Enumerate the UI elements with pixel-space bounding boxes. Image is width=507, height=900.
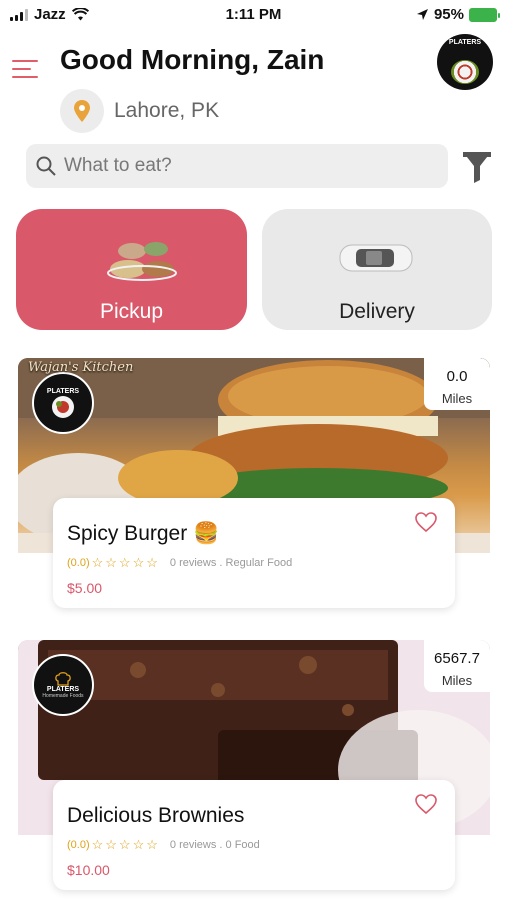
filter-funnel-icon — [463, 152, 491, 183]
heart-icon[interactable] — [415, 512, 437, 532]
menu-bar-2 — [12, 68, 31, 70]
reviews-meta: 0 reviews . Regular Food — [169, 557, 293, 569]
star-rating-icons: ☆☆☆☆☆ — [91, 837, 160, 852]
menu-bar-3 — [12, 76, 38, 78]
food-price: $5.00 — [67, 580, 103, 596]
location-label[interactable]: Lahore, PK — [114, 99, 219, 123]
restaurant-logo-text: PLATERS — [46, 685, 80, 693]
battery-percent: 95% — [433, 6, 464, 23]
car-illustration — [339, 244, 413, 272]
food-info-card[interactable]: Delicious Brownies (0.0) ☆☆☆☆☆ 0 reviews… — [53, 780, 455, 890]
star-rating-icons: ☆☆☆☆☆ — [91, 555, 160, 570]
filter-button[interactable] — [461, 150, 493, 184]
food-title: Spicy Burger 🍔 — [67, 522, 220, 545]
distance-value: 6567.7 — [434, 650, 480, 667]
status-right: 95% — [416, 6, 500, 23]
avatar-logo-text: PLATERS — [448, 39, 482, 46]
rating-row: (0.0) ☆☆☆☆☆ 0 reviews . Regular Food — [67, 555, 292, 571]
avatar-plate — [451, 60, 479, 84]
rating-value: (0.0) — [67, 839, 90, 851]
restaurant-card[interactable]: PLATERS Homemade Foods 6567.7 Miles Deli… — [18, 640, 490, 892]
food-price: $10.00 — [67, 862, 110, 878]
location-arrow-icon — [416, 9, 428, 20]
location-pin-icon — [74, 100, 90, 122]
reviews-meta: 0 reviews . 0 Food — [169, 839, 260, 851]
distance-badge: 6567.7 Miles — [424, 640, 490, 692]
restaurant-logo-subtitle: Homemade Foods — [42, 692, 84, 699]
status-bar: Jazz 1:11 PM 95% — [0, 0, 507, 30]
food-platter-illustration — [107, 242, 177, 281]
restaurant-logo: PLATERS Homemade Foods — [32, 654, 94, 716]
food-title: Delicious Brownies — [67, 804, 245, 827]
location-pin-button[interactable] — [60, 89, 104, 133]
menu-bar-1 — [12, 60, 38, 62]
food-info-card[interactable]: Spicy Burger 🍔 (0.0) ☆☆☆☆☆ 0 reviews . R… — [53, 498, 455, 608]
battery-icon — [469, 7, 500, 22]
search-input[interactable] — [64, 155, 424, 177]
distance-unit: Miles — [441, 391, 473, 406]
rating-value: (0.0) — [67, 557, 90, 569]
search-icon — [36, 156, 56, 176]
profile-avatar[interactable]: PLATERS — [437, 34, 493, 90]
pickup-mode-card[interactable]: Pickup — [16, 209, 247, 330]
delivery-mode-card[interactable]: Delivery — [262, 209, 492, 330]
heart-icon[interactable] — [415, 794, 437, 814]
chef-hat-icon — [55, 671, 71, 686]
brand-overlay-text: Wajan's Kitchen — [28, 360, 134, 375]
distance-badge: 0.0 Miles — [424, 358, 490, 410]
greeting-title: Good Morning, Zain — [60, 44, 325, 75]
distance-unit: Miles — [441, 673, 473, 688]
delivery-label: Delivery — [339, 300, 415, 323]
restaurant-logo: PLATERS — [32, 372, 94, 434]
restaurant-logo-text: PLATERS — [46, 387, 80, 395]
menu-button[interactable] — [12, 60, 38, 80]
rating-row: (0.0) ☆☆☆☆☆ 0 reviews . 0 Food — [67, 837, 260, 853]
plate-icon — [52, 395, 74, 418]
restaurant-card[interactable]: PLATERS 0.0 Miles Spicy Burger 🍔 (0.0) ☆… — [18, 358, 490, 610]
distance-value: 0.0 — [446, 368, 468, 385]
pickup-label: Pickup — [99, 300, 164, 323]
search-bar[interactable] — [26, 144, 448, 188]
